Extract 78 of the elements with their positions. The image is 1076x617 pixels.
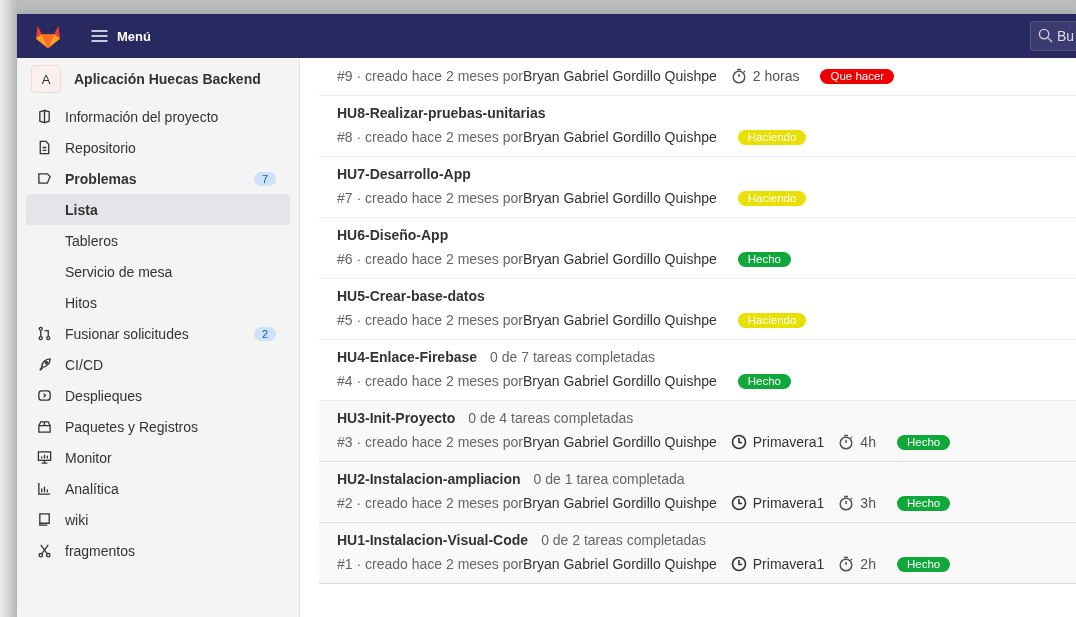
sidebar-subitem[interactable]: Servicio de mesa bbox=[26, 256, 290, 287]
task-status: 0 de 2 tareas completadas bbox=[541, 532, 707, 548]
sidebar-item[interactable]: Desplieques bbox=[26, 380, 290, 411]
author-link[interactable]: Bryan Gabriel Gordillo Quishpe bbox=[523, 68, 717, 84]
issue-meta: #4 · creado hace 2 meses por bbox=[337, 373, 523, 389]
issue-title[interactable]: HU7-Desarrollo-App bbox=[337, 166, 471, 182]
sidebar-item[interactable]: fragmentos bbox=[26, 535, 290, 566]
issue-meta: #1 · creado hace 2 meses por bbox=[337, 556, 523, 572]
time-estimate: 3h bbox=[860, 495, 876, 511]
clock-icon bbox=[730, 556, 747, 572]
sidebar-subitem[interactable]: Lista bbox=[26, 194, 290, 225]
issue-meta: #7 · creado hace 2 meses por bbox=[337, 190, 523, 206]
issue-title[interactable]: HU5-Crear-base-datos bbox=[337, 288, 485, 304]
menu-icon bbox=[91, 30, 108, 42]
author-link[interactable]: Bryan Gabriel Gordillo Quishpe bbox=[523, 434, 717, 450]
issue-title[interactable]: HU1-Instalacion-Visual-Code bbox=[337, 532, 529, 548]
package-icon bbox=[37, 419, 52, 434]
issue-title[interactable]: HU6-Diseño-App bbox=[337, 227, 449, 243]
time-estimate: 2 horas bbox=[752, 68, 800, 84]
milestone-link[interactable]: Primavera1 bbox=[752, 556, 825, 572]
count-badge: 2 bbox=[253, 326, 276, 341]
task-status: 0 de 4 tareas completadas bbox=[468, 410, 634, 426]
stopwatch-icon bbox=[730, 68, 747, 84]
sidebar-item[interactable]: Repositorio bbox=[26, 132, 290, 163]
sidebar-item[interactable]: Paquetes y Registros bbox=[26, 411, 290, 442]
issue-title[interactable]: HU2-Instalacion-ampliacion bbox=[337, 471, 521, 487]
stopwatch-icon bbox=[838, 495, 855, 511]
task-status: 0 de 7 tareas completadas bbox=[490, 349, 656, 365]
status-label[interactable]: Que hacer bbox=[820, 68, 895, 84]
stopwatch-icon bbox=[838, 434, 855, 450]
issue-title[interactable]: HU3-Init-Proyecto bbox=[337, 410, 456, 426]
author-link[interactable]: Bryan Gabriel Gordillo Quishpe bbox=[523, 495, 717, 511]
sidebar-item[interactable]: CI/CD bbox=[26, 349, 290, 380]
sidebar-subitem[interactable]: Tableros bbox=[26, 225, 290, 256]
issue-title[interactable]: HU4-Enlace-Firebase bbox=[337, 349, 478, 365]
deploy-icon bbox=[37, 388, 52, 403]
time-estimate: 2h bbox=[860, 556, 876, 572]
author-link[interactable]: Bryan Gabriel Gordillo Quishpe bbox=[523, 373, 717, 389]
clock-icon bbox=[730, 495, 747, 511]
count-badge: 7 bbox=[253, 171, 276, 186]
search-field[interactable]: Bu bbox=[1030, 21, 1076, 51]
book-icon bbox=[37, 109, 52, 124]
fox-logo-icon[interactable] bbox=[33, 23, 63, 49]
sidebar-subitem[interactable]: Hitos bbox=[26, 287, 290, 318]
menu-button[interactable]: Menú bbox=[87, 24, 155, 48]
sidebar-item[interactable]: Problemas 7 bbox=[26, 163, 290, 194]
clock-icon bbox=[730, 434, 747, 450]
time-estimate: 4h bbox=[860, 434, 876, 450]
issue-meta: #8 · creado hace 2 meses por bbox=[337, 129, 523, 145]
document-icon bbox=[37, 140, 52, 155]
sidebar-item[interactable]: Fusionar solicitudes 2 bbox=[26, 318, 290, 349]
task-status: 0 de 1 tarea completada bbox=[533, 471, 685, 487]
sidebar-item[interactable]: Información del proyecto bbox=[26, 101, 290, 132]
issue-meta: #5 · creado hace 2 meses por bbox=[337, 312, 523, 328]
sidebar-item[interactable]: Analítica bbox=[26, 473, 290, 504]
issue-meta: #9 · creado hace 2 meses por bbox=[337, 68, 523, 84]
author-link[interactable]: Bryan Gabriel Gordillo Quishpe bbox=[523, 190, 717, 206]
project-name[interactable]: Aplicación Huecas Backend bbox=[74, 71, 261, 87]
issue-icon bbox=[37, 171, 52, 186]
issue-title[interactable]: HU8-Realizar-pruebas-unitarias bbox=[337, 105, 546, 121]
author-link[interactable]: Bryan Gabriel Gordillo Quishpe bbox=[523, 556, 717, 572]
issue-meta: #3 · creado hace 2 meses por bbox=[337, 434, 523, 450]
monitor-icon bbox=[37, 450, 52, 465]
milestone-link[interactable]: Primavera1 bbox=[752, 434, 825, 450]
milestone-link[interactable]: Primavera1 bbox=[752, 495, 825, 511]
chart-icon bbox=[37, 481, 52, 496]
author-link[interactable]: Bryan Gabriel Gordillo Quishpe bbox=[523, 251, 717, 267]
author-link[interactable]: Bryan Gabriel Gordillo Quishpe bbox=[523, 312, 717, 328]
book-icon bbox=[37, 512, 52, 527]
sidebar-item[interactable]: Monitor bbox=[26, 442, 290, 473]
scissors-icon bbox=[37, 543, 52, 558]
project-avatar[interactable]: A bbox=[31, 65, 61, 93]
merge-icon bbox=[37, 326, 52, 341]
stopwatch-icon bbox=[838, 556, 855, 572]
issue-meta: #2 · creado hace 2 meses por bbox=[337, 495, 523, 511]
author-link[interactable]: Bryan Gabriel Gordillo Quishpe bbox=[523, 129, 717, 145]
sidebar-item[interactable]: wiki bbox=[26, 504, 290, 535]
issue-meta: #6 · creado hace 2 meses por bbox=[337, 251, 523, 267]
